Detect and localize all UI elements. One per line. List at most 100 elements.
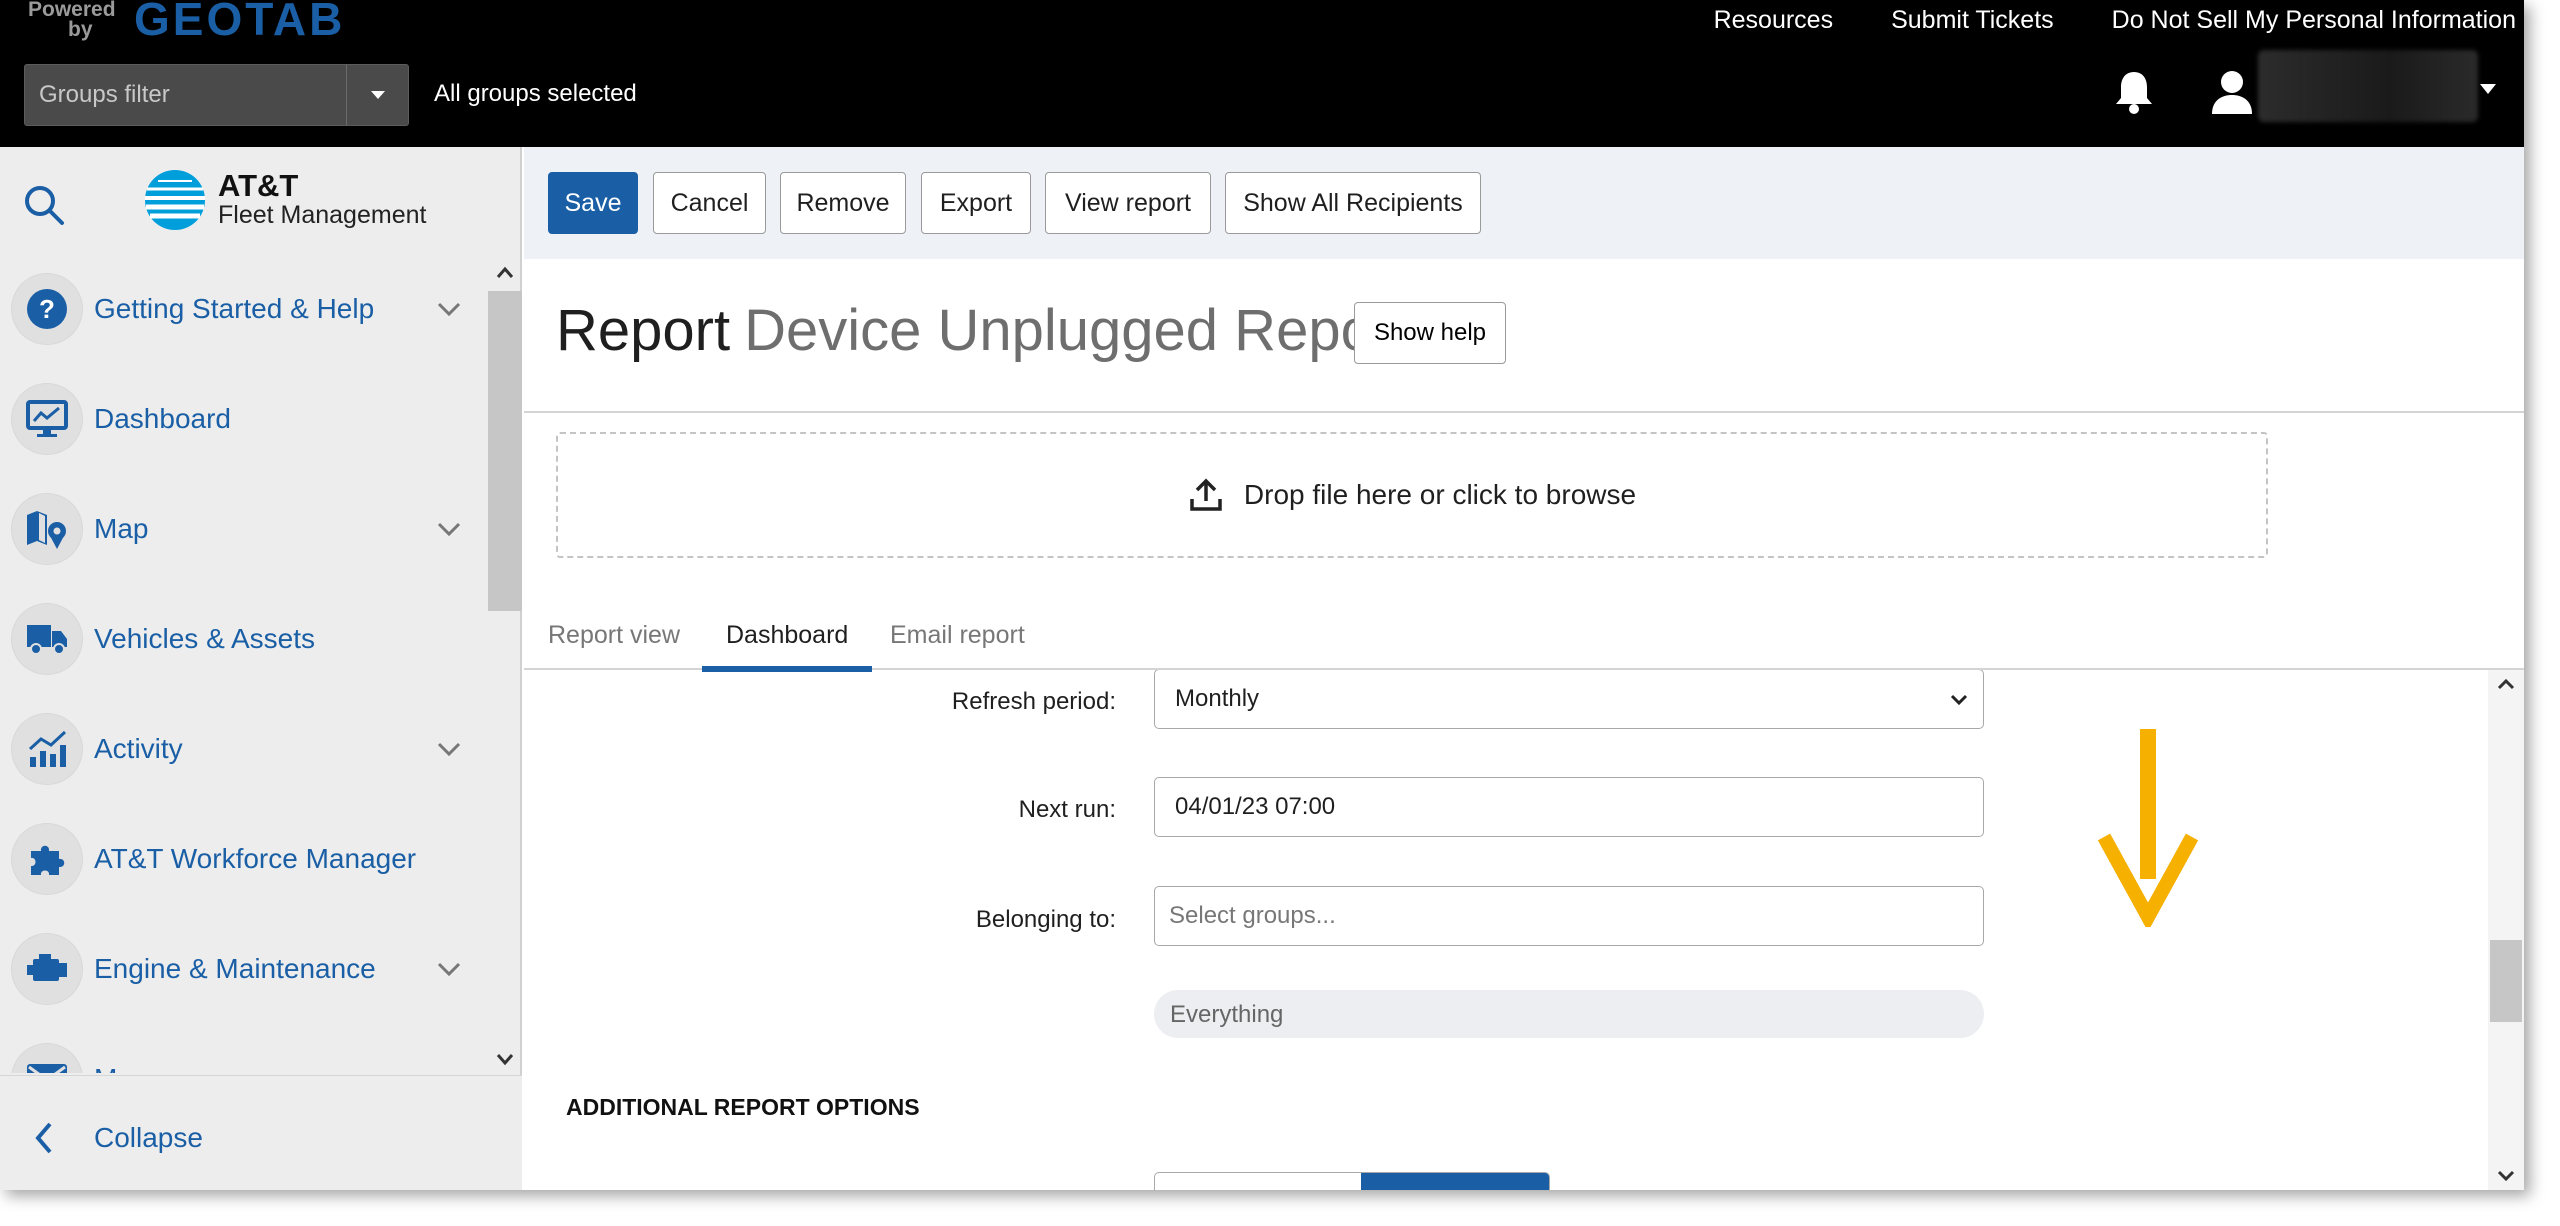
user-icon[interactable]	[2210, 68, 2254, 116]
sidebar-nav: ? Getting Started & Help Dashboard Map V…	[0, 265, 486, 1073]
chevron-down-icon	[1950, 694, 1968, 706]
sidebar-item-label: M	[94, 1063, 117, 1073]
cancel-button[interactable]: Cancel	[653, 172, 766, 234]
next-run-label: Next run:	[1018, 796, 1116, 823]
dashboard-icon	[12, 384, 82, 454]
tab-email-report[interactable]: Email report	[890, 607, 1025, 670]
sidebar-item-getting-started[interactable]: ? Getting Started & Help	[0, 265, 486, 353]
scroll-up-icon[interactable]	[488, 257, 522, 287]
chevron-down-icon[interactable]	[432, 512, 466, 546]
next-run-value: 04/01/23 07:00	[1175, 793, 1336, 820]
page-title: Report Device Unplugged Report	[556, 297, 1408, 364]
page-title-prefix: Report	[556, 298, 731, 363]
annotation-arrow-down-icon	[2098, 729, 2198, 927]
sidebar-scrollbar[interactable]	[488, 257, 522, 1075]
view-report-button[interactable]: View report	[1045, 172, 1211, 234]
toolbar: Save Cancel Remove Export View report Sh…	[524, 147, 2524, 259]
svg-text:?: ?	[39, 294, 55, 324]
sidebar-scroll-thumb[interactable]	[488, 291, 522, 611]
sidebar-item-dashboard[interactable]: Dashboard	[0, 375, 486, 463]
resources-link[interactable]: Resources	[1714, 6, 1834, 35]
submit-tickets-link[interactable]: Submit Tickets	[1891, 6, 2054, 35]
scroll-up-icon[interactable]	[2488, 670, 2524, 700]
collapse-label: Collapse	[94, 1122, 203, 1153]
sidebar-item-label: Activity	[94, 733, 183, 764]
engine-icon	[12, 934, 82, 1004]
chevron-down-icon[interactable]	[432, 952, 466, 986]
belonging-to-label: Belonging to:	[975, 906, 1116, 933]
scroll-down-icon[interactable]	[488, 1045, 522, 1075]
sidebar-item-vehicles[interactable]: Vehicles & Assets	[0, 595, 486, 683]
export-button[interactable]: Export	[921, 172, 1031, 234]
user-name-redacted[interactable]	[2258, 50, 2478, 122]
additional-options-heading: ADDITIONAL REPORT OPTIONS	[566, 1094, 920, 1120]
do-not-sell-link[interactable]: Do Not Sell My Personal Information	[2112, 6, 2516, 35]
chevron-down-icon[interactable]	[432, 292, 466, 326]
content-scrollbar[interactable]	[2488, 670, 2524, 1190]
groups-select-input[interactable]: Select groups...	[1154, 886, 1984, 946]
sidebar-item-label: Map	[94, 513, 149, 544]
help-icon: ?	[12, 274, 82, 344]
sidebar-item-label: Dashboard	[94, 403, 231, 434]
sidebar-item-workforce-manager[interactable]: AT&T Workforce Manager	[0, 815, 486, 903]
sidebar-item-label: AT&T Workforce Manager	[94, 843, 417, 874]
dashboard-options-form: Refresh period: Monthly Next run: 04/01/…	[524, 670, 2488, 1190]
map-icon	[12, 494, 82, 564]
dropzone-text: Drop file here or click to browse	[1243, 479, 1637, 510]
top-links: Resources Submit Tickets Do Not Sell My …	[1714, 6, 2516, 35]
scroll-down-icon[interactable]	[2488, 1160, 2524, 1190]
puzzle-icon	[12, 824, 82, 894]
top-header: Powered by GEOTAB Resources Submit Ticke…	[0, 0, 2524, 147]
sidebar-item-activity[interactable]: Activity	[0, 705, 486, 793]
sidebar-item-engine-maintenance[interactable]: Engine & Maintenance	[0, 925, 486, 1013]
content-scroll-thumb[interactable]	[2490, 940, 2522, 1022]
sidebar-item-label: Vehicles & Assets	[94, 623, 316, 654]
activity-chart-icon	[12, 714, 82, 784]
chevron-left-icon	[35, 1122, 52, 1154]
refresh-period-value: Monthly	[1175, 685, 1260, 712]
app-window: Powered by GEOTAB Resources Submit Ticke…	[0, 0, 2524, 1190]
groups-filter-input[interactable]: Groups filter	[24, 64, 409, 126]
remove-button[interactable]: Remove	[780, 172, 906, 234]
groups-filter-dropdown-button[interactable]	[346, 65, 408, 125]
group-chip-everything[interactable]: Everything	[1154, 990, 1984, 1038]
next-run-input[interactable]: 04/01/23 07:00	[1154, 777, 1984, 837]
truck-icon	[12, 604, 82, 674]
mail-icon	[12, 1044, 82, 1073]
powered-by-label: Powered by	[28, 0, 118, 40]
att-globe-icon	[145, 170, 205, 230]
geotab-logo[interactable]: GEOTAB	[134, 0, 345, 46]
by-text: by	[68, 18, 93, 41]
tab-dashboard[interactable]: Dashboard	[702, 607, 873, 672]
groups-filter-placeholder[interactable]: Groups filter	[25, 65, 346, 125]
refresh-period-label: Refresh period:	[951, 688, 1116, 715]
show-help-button[interactable]: Show help	[1354, 302, 1506, 364]
search-icon[interactable]	[20, 181, 68, 229]
att-brand: AT&T Fleet Management	[144, 169, 426, 231]
segmented-toggle[interactable]	[1154, 1172, 1550, 1190]
file-dropzone[interactable]: Drop file here or click to browse	[556, 432, 2268, 558]
collapse-button[interactable]: Collapse	[0, 1075, 522, 1190]
upload-icon	[1190, 478, 1222, 511]
user-menu-caret-icon[interactable]	[2480, 84, 2496, 94]
show-all-recipients-button[interactable]: Show All Recipients	[1225, 172, 1481, 234]
tab-report-view[interactable]: Report view	[548, 607, 680, 670]
groups-select-placeholder: Select groups...	[1169, 902, 1336, 929]
divider	[524, 411, 2524, 413]
segmented-toggle-active[interactable]	[1361, 1173, 1549, 1190]
sidebar-item-map[interactable]: Map	[0, 485, 486, 573]
sidebar-item-messages[interactable]: M	[0, 1035, 486, 1073]
powered-text: Powered	[28, 0, 116, 21]
save-button[interactable]: Save	[548, 172, 638, 234]
chevron-down-icon[interactable]	[432, 732, 466, 766]
refresh-period-select[interactable]: Monthly	[1154, 670, 1984, 729]
brand-title: AT&T	[218, 167, 299, 203]
sidebar-item-label: Getting Started & Help	[94, 293, 375, 324]
sidebar-item-label: Engine & Maintenance	[94, 953, 376, 984]
report-name: Device Unplugged Report	[744, 298, 1409, 363]
groups-status-text: All groups selected	[434, 80, 637, 107]
report-tabs: Report view Dashboard Email report	[524, 607, 2524, 672]
bell-icon[interactable]	[2112, 68, 2156, 116]
brand-subtitle: Fleet Management	[218, 200, 427, 229]
sidebar: AT&T Fleet Management ? Getting Started …	[0, 147, 522, 1190]
